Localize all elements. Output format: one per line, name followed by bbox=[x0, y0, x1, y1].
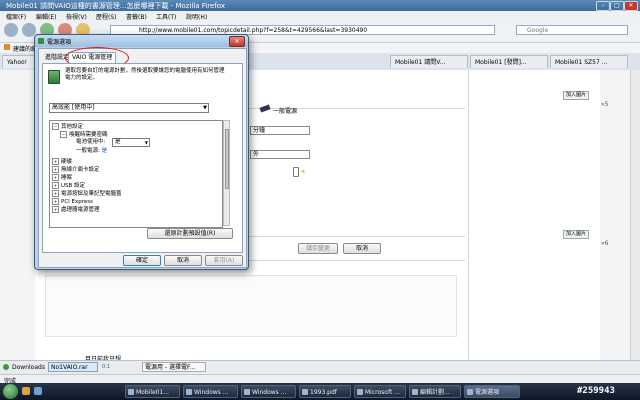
tab-mobile01-ask[interactable]: Mobile01 [發問]... bbox=[470, 55, 548, 68]
chevron-down-icon: ▼ bbox=[144, 140, 148, 145]
reply-box bbox=[45, 275, 457, 337]
page-cancel-button[interactable]: 取消 bbox=[343, 243, 381, 254]
power-plan-select[interactable]: 高效能 [使用中] ▼ bbox=[49, 103, 209, 113]
tree-node-wake-password[interactable]: − 喚醒時需要密碼 bbox=[60, 131, 108, 139]
save-changes-button[interactable]: 儲存變更 bbox=[298, 243, 338, 254]
dialog-title: 電源選項 bbox=[47, 39, 72, 46]
tree-node-usb[interactable]: + USB 設定 bbox=[52, 182, 85, 190]
dialog-close-button[interactable]: ✕ bbox=[229, 36, 245, 47]
downloads-label[interactable]: Downloads bbox=[12, 364, 45, 371]
collapse-icon[interactable]: − bbox=[52, 123, 59, 130]
taskbar-item-mobile01[interactable]: Mobile01... bbox=[125, 385, 180, 398]
tree-node-on-battery: 電池使用中: bbox=[76, 139, 106, 145]
taskbar-item-microsoft[interactable]: Microsoft ... bbox=[354, 385, 406, 398]
taskbar-item-power-options[interactable]: 電源選項 bbox=[464, 385, 520, 398]
search-input[interactable]: Google bbox=[516, 25, 628, 35]
download-progress: 0:1 bbox=[102, 364, 111, 370]
count-5: »5 bbox=[601, 101, 609, 108]
apply-button[interactable]: 套用(A) bbox=[205, 255, 243, 266]
expand-icon[interactable]: + bbox=[52, 198, 59, 205]
add-picture-button-2[interactable]: 加入圖片 bbox=[563, 230, 590, 239]
plug-icon bbox=[259, 104, 271, 113]
taskbar-item-windows-2[interactable]: Windows ... bbox=[241, 385, 296, 398]
tree-node-hard-disk[interactable]: + 硬碟 bbox=[52, 158, 72, 166]
collapse-icon[interactable]: − bbox=[60, 131, 67, 138]
tree-node-wireless[interactable]: + 無線介面卡設定 bbox=[52, 166, 100, 174]
tree-scrollbar-thumb[interactable] bbox=[225, 129, 229, 189]
expand-icon[interactable]: + bbox=[52, 158, 59, 165]
quicklaunch-icon[interactable] bbox=[22, 387, 30, 395]
tree-node-processor[interactable]: + 處理器電源管理 bbox=[52, 206, 100, 214]
expand-icon[interactable]: + bbox=[52, 182, 59, 189]
brightness-icon: ☀ bbox=[300, 168, 307, 176]
quicklaunch-icon[interactable] bbox=[34, 387, 42, 395]
start-button[interactable] bbox=[3, 384, 18, 399]
download-item-2[interactable]: 電源用 - 選擇電F... bbox=[142, 362, 206, 372]
tree-node-plugged-in: 一般電源: 是 bbox=[76, 148, 108, 154]
minimize-button[interactable]: – bbox=[596, 1, 610, 11]
close-button[interactable]: ✕ bbox=[624, 1, 638, 11]
cancel-button[interactable]: 取消 bbox=[164, 255, 202, 266]
dialog-description: 選取您要自訂的電源計劃，然後選取要讓您的電腦使用有如何管理電力的設定。 bbox=[65, 68, 225, 81]
tree-node-sleep[interactable]: + 睡眠 bbox=[52, 174, 72, 182]
watermark-id: #259943 bbox=[577, 386, 615, 396]
count-6: »6 bbox=[601, 240, 609, 247]
page-scrollbar[interactable] bbox=[630, 70, 640, 360]
bookmark-icon bbox=[4, 44, 10, 50]
power-label: 一般電源 bbox=[273, 108, 298, 115]
slider-handle[interactable] bbox=[293, 167, 299, 177]
on-battery-select[interactable]: 是 ▼ bbox=[112, 138, 150, 147]
tree-node-pci-express[interactable]: + PCI Express bbox=[52, 198, 93, 206]
battery-icon bbox=[48, 70, 60, 84]
expand-icon[interactable]: + bbox=[52, 174, 59, 181]
dialog-title-bar: 電源選項 ✕ bbox=[35, 35, 248, 47]
download-item-file[interactable]: No1VAIO.rar bbox=[48, 362, 98, 372]
option-select[interactable]: 外 bbox=[250, 150, 310, 159]
taskbar: Mobile01... Windows ... Windows ... 1993… bbox=[0, 383, 640, 400]
tree-node-other-settings[interactable]: − 其他設定 bbox=[52, 123, 83, 131]
minutes-select[interactable]: 分鐘 bbox=[250, 126, 310, 135]
settings-tree[interactable]: − 其他設定 − 喚醒時需要密碼 電池使用中: 是 ▼ 一般電源: 是 + 硬碟 + 無線… bbox=[49, 120, 223, 228]
power-icon bbox=[38, 38, 44, 44]
chevron-down-icon: ▼ bbox=[203, 105, 207, 111]
back-button[interactable] bbox=[4, 23, 18, 37]
column-divider bbox=[468, 70, 469, 360]
browser-title: Mobile01 請問VAIO這種的書源管理...怎麼哪裡下載 - Mozill… bbox=[6, 2, 225, 10]
tree-scrollbar[interactable] bbox=[223, 120, 230, 226]
expand-icon[interactable]: + bbox=[52, 166, 59, 173]
downloads-bar: Downloads No1VAIO.rar 0:1 電源用 - 選擇電F... bbox=[0, 360, 640, 375]
tree-node-power-buttons[interactable]: + 電源按鈕及筆記型電腦蓋 bbox=[52, 190, 122, 198]
maximize-button[interactable]: □ bbox=[610, 1, 624, 11]
restore-defaults-button[interactable]: 還原計劃預設值(R) bbox=[147, 228, 233, 239]
expand-icon[interactable]: + bbox=[52, 190, 59, 197]
ok-button[interactable]: 確定 bbox=[123, 255, 161, 266]
power-plan-value: 高效能 [使用中] bbox=[52, 104, 95, 111]
dialog-panel: 選取您要自訂的電源計劃，然後選取要讓您的電腦使用有如何管理電力的設定。 高效能 … bbox=[42, 63, 243, 253]
menu-bar: 檔案(F) 編輯(E) 檢視(V) 歷程(S) 書籤(B) 工具(T) 說明(H… bbox=[0, 11, 640, 21]
taskbar-item-windows-1[interactable]: Windows ... bbox=[183, 385, 238, 398]
add-picture-button[interactable]: 加入圖片 bbox=[563, 91, 590, 100]
taskbar-item-edit-plan[interactable]: 編輯計劃... bbox=[409, 385, 461, 398]
taskbar-item-pdf[interactable]: 1993.pdf bbox=[299, 385, 351, 398]
tab-mobile01-question[interactable]: Mobile01 請問V... bbox=[390, 55, 468, 68]
download-icon bbox=[3, 364, 9, 370]
expand-icon[interactable]: + bbox=[52, 206, 59, 213]
dialog-body: 進階設定 VAIO 電源管理 選取您要自訂的電源計劃，然後選取要讓您的電腦使用有… bbox=[38, 47, 247, 268]
power-options-dialog: 電源選項 ✕ 進階設定 VAIO 電源管理 選取您要自訂的電源計劃，然後選取要讓… bbox=[34, 34, 249, 270]
browser-title-bar: Mobile01 請問VAIO這種的書源管理...怎麼哪裡下載 - Mozill… bbox=[0, 0, 640, 11]
tab-mobile01-sz57[interactable]: Mobile01 SZ57 ... bbox=[550, 55, 628, 68]
